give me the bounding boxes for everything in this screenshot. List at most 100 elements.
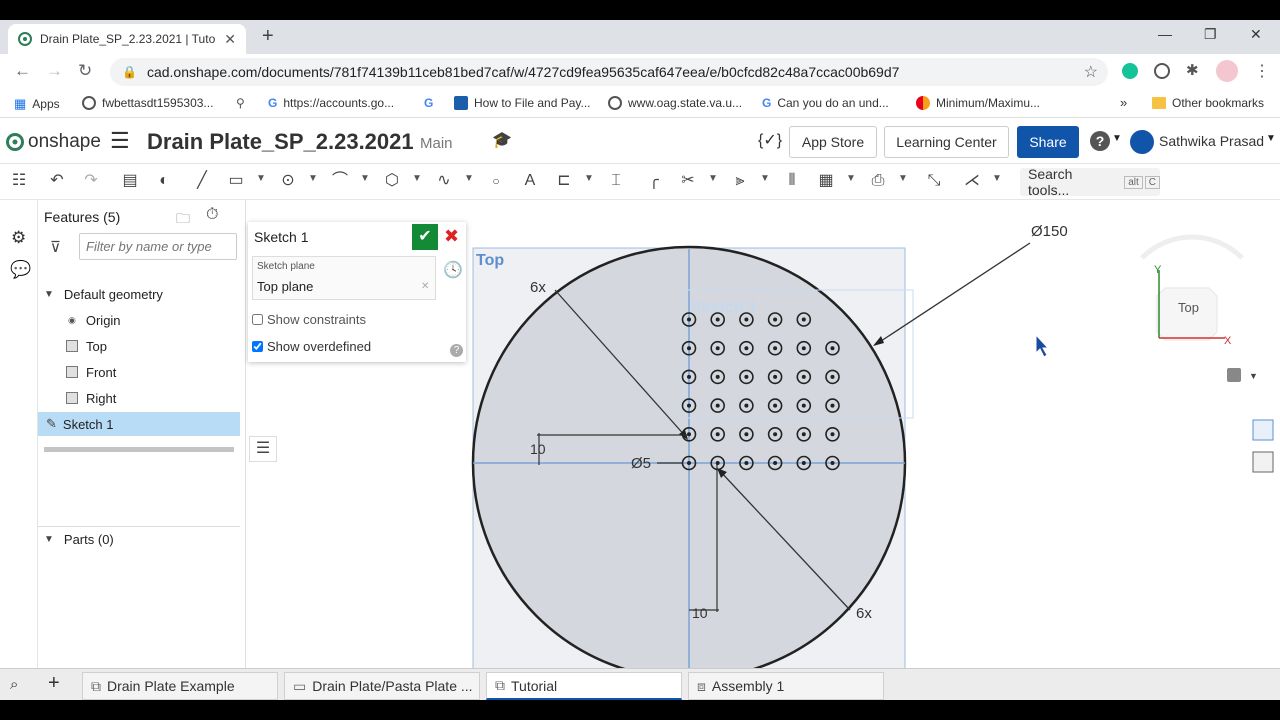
- tab-drain-plate-pasta[interactable]: ▭ Drain Plate/Pasta Plate ...: [284, 672, 480, 700]
- history-clock-icon[interactable]: 🕓: [443, 260, 463, 280]
- rollback-bar[interactable]: [44, 447, 234, 452]
- minimize-icon[interactable]: —: [1158, 26, 1172, 42]
- document-title[interactable]: Drain Plate_SP_2.23.2021: [147, 129, 414, 155]
- other-bookmarks[interactable]: Other bookmarks: [1152, 96, 1264, 110]
- assembly-view-icon[interactable]: [1252, 451, 1274, 473]
- google-icon[interactable]: G: [424, 96, 433, 110]
- dxf-chevron-icon[interactable]: ▼: [898, 173, 908, 184]
- polygon-tool-icon[interactable]: ⬡: [382, 171, 402, 191]
- offset-tool-icon[interactable]: ⌶: [606, 171, 626, 191]
- rollback-timer-icon[interactable]: ⏱: [206, 206, 218, 224]
- sketch-plane-field[interactable]: Sketch plane Top plane ✕: [252, 256, 436, 300]
- text-tool-icon[interactable]: A: [520, 171, 540, 191]
- feature-sketch-1[interactable]: ✎ Sketch 1: [38, 412, 240, 436]
- bookmark-item[interactable]: fwbettasdt1595303...: [82, 96, 213, 110]
- view-cube[interactable]: Top Y X: [1140, 234, 1244, 347]
- copy-sketch-icon[interactable]: ▤: [120, 171, 140, 191]
- constraint-chevron-icon[interactable]: ▼: [992, 173, 1002, 184]
- dim-10-bottom-label[interactable]: 10: [692, 605, 708, 621]
- point-tool-icon[interactable]: ○: [486, 171, 506, 191]
- view-cube-face-label[interactable]: Top: [1178, 300, 1199, 315]
- user-avatar-icon[interactable]: [1130, 130, 1154, 154]
- fillet-chevron-icon[interactable]: ▼: [584, 173, 594, 184]
- default-geometry-node[interactable]: ▼ Default geometry: [38, 282, 240, 306]
- chrome-menu-icon[interactable]: ⋮: [1254, 61, 1270, 81]
- branch-label[interactable]: Main: [420, 135, 453, 152]
- parts-node[interactable]: ▼ Parts (0): [38, 527, 240, 551]
- more-bookmarks-icon[interactable]: »: [1120, 95, 1127, 110]
- arc-tool-icon[interactable]: ⌒: [330, 171, 350, 191]
- reload-icon[interactable]: ↻: [78, 61, 92, 81]
- render-mode-icon[interactable]: [1227, 368, 1241, 382]
- restore-icon[interactable]: ❐: [1204, 26, 1217, 43]
- tab-assembly-1[interactable]: ⧈ Assembly 1: [688, 672, 884, 700]
- filter-icon[interactable]: ⊽: [50, 238, 61, 256]
- part-studio-view-icon[interactable]: [1252, 419, 1274, 441]
- graduation-cap-icon[interactable]: 🎓: [492, 130, 512, 150]
- dialog-help-icon[interactable]: ?: [450, 344, 463, 357]
- trim-chevron-icon[interactable]: ▼: [708, 173, 718, 184]
- constraint-tool-icon[interactable]: ⋌: [962, 171, 982, 191]
- arc-fillet-icon[interactable]: ╭: [644, 171, 664, 191]
- app-store-button[interactable]: App Store: [789, 126, 877, 158]
- add-folder-icon[interactable]: 🗀: [176, 208, 190, 232]
- feature-top-plane[interactable]: Top: [38, 334, 240, 358]
- bookmark-item[interactable]: G https://accounts.go...: [268, 96, 394, 110]
- share-button[interactable]: Share: [1017, 126, 1079, 158]
- clear-plane-icon[interactable]: ✕: [421, 281, 429, 292]
- learning-center-button[interactable]: Learning Center: [884, 126, 1009, 158]
- show-constraints-checkbox[interactable]: [252, 314, 263, 325]
- comments-icon[interactable]: 💬: [10, 260, 31, 280]
- fillet-tool-icon[interactable]: ⊏: [554, 171, 574, 191]
- undo-icon[interactable]: ↶: [47, 171, 67, 191]
- pattern-chevron-icon[interactable]: ▼: [846, 173, 856, 184]
- polygon-chevron-icon[interactable]: ▼: [412, 173, 422, 184]
- feature-front-plane[interactable]: Front: [38, 360, 240, 384]
- rectangle-tool-icon[interactable]: ▭: [226, 171, 246, 191]
- close-window-icon[interactable]: ✕: [1250, 26, 1262, 43]
- collapse-chevron-icon[interactable]: ▼: [44, 289, 54, 300]
- redo-icon[interactable]: ↷: [81, 171, 101, 191]
- search-tools-input[interactable]: Search tools... alt C: [1020, 166, 1160, 198]
- featurescript-icon[interactable]: {✓}: [758, 130, 782, 150]
- hole-diameter-label[interactable]: Ø5: [631, 455, 651, 472]
- line-tool-icon[interactable]: ╱: [192, 171, 212, 191]
- accept-check-icon[interactable]: ✔: [412, 224, 438, 250]
- blocker-extension-icon[interactable]: [1154, 63, 1170, 79]
- user-chevron-icon[interactable]: ▼: [1266, 133, 1276, 144]
- collapse-chevron-icon[interactable]: ▼: [44, 534, 54, 545]
- bookmark-item[interactable]: G Can you do an und...: [762, 96, 889, 110]
- user-name[interactable]: Sathwika Prasad: [1159, 133, 1264, 149]
- key-icon[interactable]: ⚲: [236, 96, 245, 110]
- show-overdefined-option[interactable]: Show overdefined: [252, 339, 371, 354]
- show-constraints-option[interactable]: Show constraints: [252, 312, 366, 327]
- forward-icon[interactable]: →: [46, 61, 63, 81]
- show-overdefined-checkbox[interactable]: [252, 341, 263, 352]
- dimension-tool-icon[interactable]: ⤡: [924, 171, 944, 191]
- onshape-logo[interactable]: onshape: [6, 131, 101, 153]
- spline-chevron-icon[interactable]: ▼: [464, 173, 474, 184]
- diameter-dimension[interactable]: Ø150: [1031, 223, 1068, 240]
- grammarly-icon[interactable]: [1122, 63, 1138, 79]
- trim-tool-icon[interactable]: ✂: [678, 171, 698, 191]
- bookmark-star-icon[interactable]: ☆: [1084, 62, 1098, 82]
- feature-filter-input[interactable]: [79, 233, 237, 260]
- split-tool-icon[interactable]: ⫸: [730, 171, 750, 191]
- list-toggle-icon[interactable]: ☰: [249, 436, 277, 462]
- tab-tutorial[interactable]: ⧉ Tutorial: [486, 672, 682, 700]
- help-chevron-icon[interactable]: ▼: [1112, 133, 1122, 144]
- feature-origin[interactable]: ◉ Origin: [38, 308, 240, 332]
- extensions-icon[interactable]: ✱: [1186, 61, 1199, 79]
- six-x-bottom-label[interactable]: 6x: [856, 605, 872, 622]
- pattern-tool-icon[interactable]: ▦: [816, 171, 836, 191]
- hamburger-menu-icon[interactable]: ☰: [110, 128, 130, 154]
- use-icon[interactable]: ◐: [154, 171, 174, 191]
- bookmark-item[interactable]: Minimum/Maximu...: [916, 96, 1040, 110]
- insert-tab-icon[interactable]: +: [48, 672, 60, 695]
- feature-list-icon[interactable]: ☷: [9, 171, 29, 191]
- help-icon[interactable]: ?: [1090, 131, 1110, 151]
- cancel-x-icon[interactable]: ✖: [444, 226, 459, 246]
- bookmark-apps[interactable]: ▦ Apps: [14, 96, 60, 112]
- feature-right-plane[interactable]: Right: [38, 386, 240, 410]
- browser-tab[interactable]: Drain Plate_SP_2.23.2021 | Tutori ✕: [8, 24, 246, 54]
